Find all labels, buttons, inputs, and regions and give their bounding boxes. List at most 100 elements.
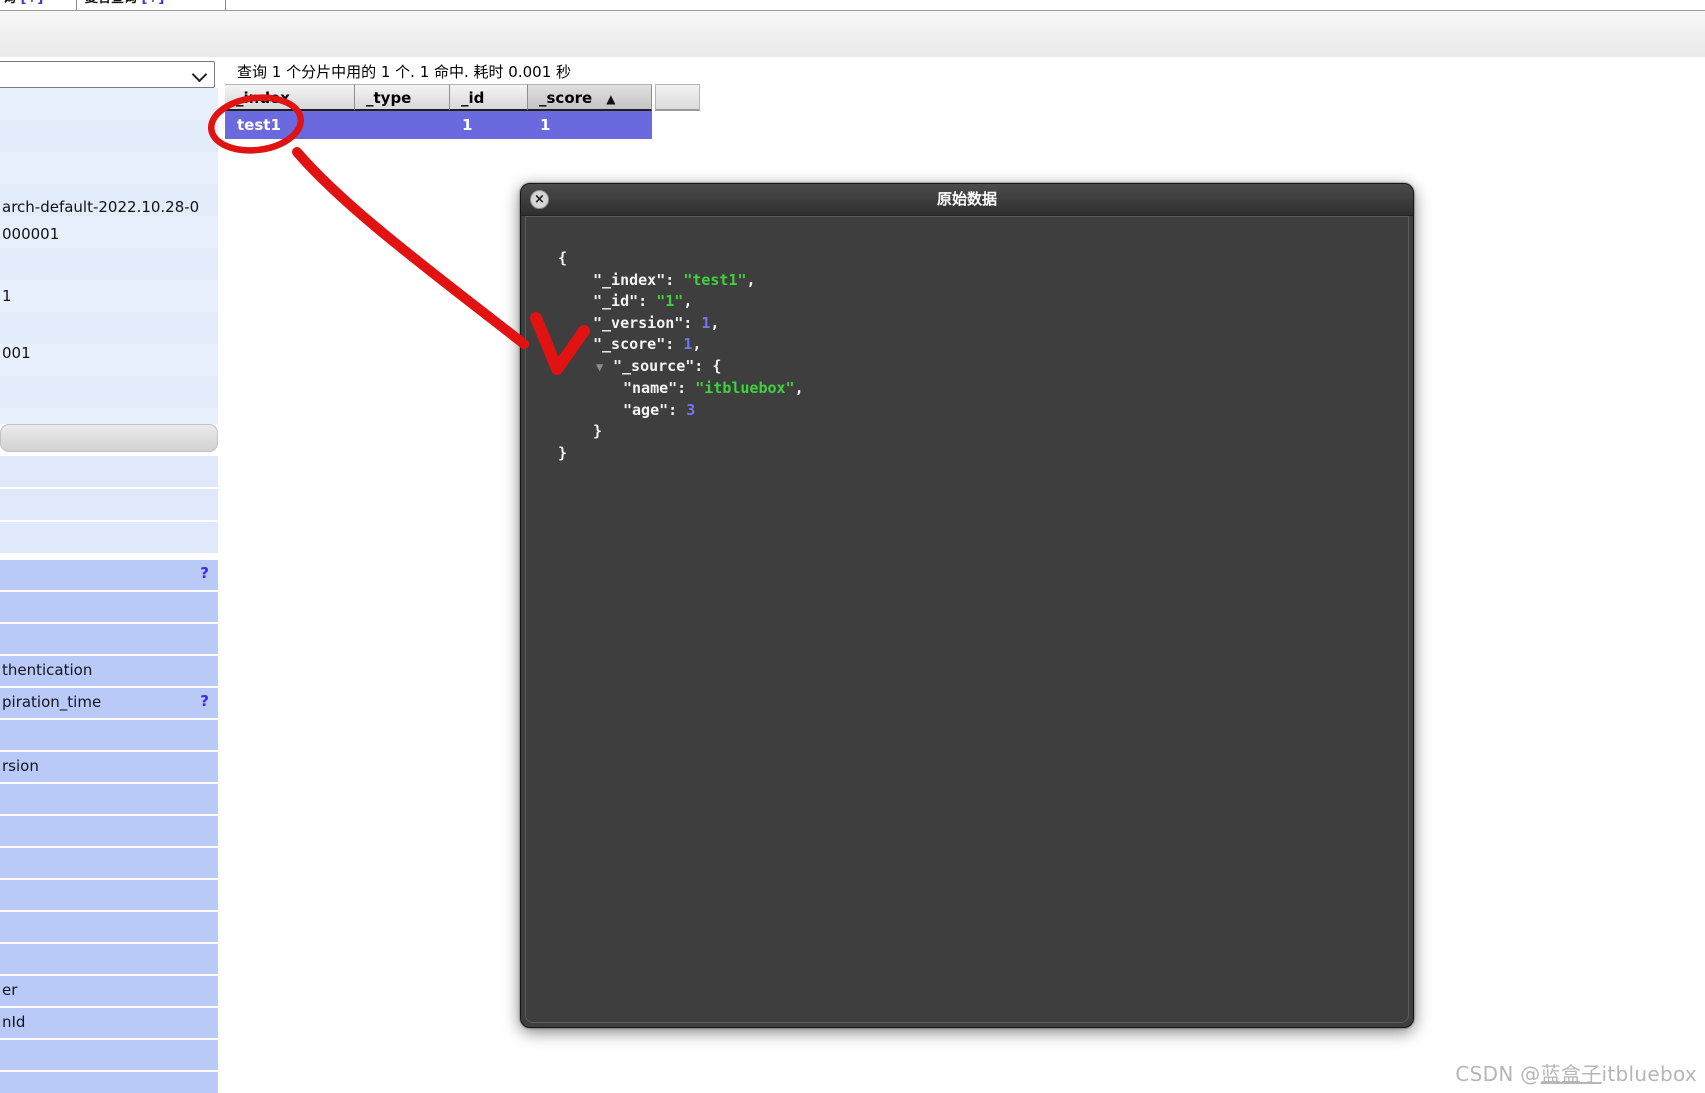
sidebar-field-row[interactable]	[0, 816, 218, 846]
json-token: 3	[686, 400, 696, 419]
modal-title: 原始数据	[936, 190, 997, 208]
json-token: "name":	[623, 379, 696, 397]
index-list-item[interactable]: 1	[2, 287, 220, 306]
json-token: "_index":	[593, 270, 684, 289]
json-viewer: {"_index": "test1", "_id": "1", "_version"…	[558, 248, 804, 464]
sidebar-field-row[interactable]	[0, 1072, 218, 1093]
sidebar-field-row[interactable]	[0, 1040, 218, 1070]
json-line: "_id": "1",	[558, 291, 804, 313]
watermark-username: 蓝盒子	[1540, 1062, 1602, 1086]
index-select[interactable]	[0, 61, 215, 88]
field-row-label: thentication	[2, 661, 93, 679]
json-token: }	[558, 443, 568, 462]
json-token: "_source": {	[613, 356, 722, 375]
json-token: "_version":	[593, 313, 702, 332]
sidebar-field-row[interactable]	[0, 720, 218, 750]
page: 询 [+] 复合查询 [+] arch-default-2022.10.28-0…	[0, 0, 1705, 1093]
section-header-row[interactable]	[0, 424, 218, 452]
tab-basic-query-label: 询	[3, 0, 16, 6]
column-header-score[interactable]: _score ▲	[528, 84, 652, 111]
json-token: "1"	[656, 292, 684, 310]
field-row-label: rsion	[2, 757, 39, 775]
column-header-type[interactable]: _type	[355, 84, 450, 111]
json-token: "age":	[623, 400, 687, 419]
json-token: ,	[710, 313, 720, 332]
index-list-item[interactable]: 001	[2, 344, 220, 363]
tab-compound-query-label: 复合查询	[85, 0, 137, 6]
sidebar-field-row[interactable]	[0, 592, 218, 622]
tab-compound-query[interactable]: 复合查询 [+]	[76, 0, 226, 10]
watermark-prefix: CSDN @	[1455, 1062, 1541, 1086]
sidebar-field-row[interactable]	[0, 784, 218, 814]
json-line: "_score": 1,	[558, 334, 804, 356]
toolbar-band	[0, 11, 1705, 57]
json-token: ,	[683, 292, 693, 310]
query-builder-row[interactable]	[0, 522, 218, 553]
json-token: }	[593, 422, 603, 440]
result-table-header: _index _type _id _score ▲	[225, 84, 700, 111]
cell-score[interactable]: 1	[528, 111, 652, 139]
sidebar-field-row[interactable]: ?	[0, 560, 218, 590]
sidebar-field-row[interactable]: piration_time?	[0, 688, 218, 718]
query-builder-row[interactable]	[0, 456, 218, 487]
tab-basic-query-badge: [+]	[21, 0, 44, 6]
field-row-label: nId	[2, 1013, 26, 1031]
json-line: ▼ "_source": {	[558, 356, 804, 379]
json-line: "_version": 1,	[558, 313, 804, 335]
field-row-label: piration_time	[2, 693, 102, 711]
json-token: "itbluebox"	[695, 379, 795, 397]
result-table-row[interactable]: test1 1 1	[225, 111, 652, 139]
json-line: {	[558, 248, 804, 270]
json-token: 1	[683, 335, 693, 353]
sidebar-field-row[interactable]	[0, 880, 218, 910]
sidebar-field-row[interactable]	[0, 624, 218, 654]
modal-content: {"_index": "test1", "_id": "1", "_version"…	[525, 216, 1409, 1023]
sidebar-field-row[interactable]: thentication	[0, 656, 218, 686]
tab-compound-query-badge: [+]	[142, 0, 165, 6]
index-list-item[interactable]: arch-default-2022.10.28-0	[2, 198, 220, 217]
query-builder-row[interactable]	[0, 489, 218, 520]
json-line: }	[558, 443, 804, 465]
json-line: "name": "itbluebox",	[558, 378, 804, 400]
json-token: ,	[746, 270, 756, 289]
json-token: "_id":	[593, 292, 657, 310]
modal-title-bar[interactable]: × 原始数据	[521, 184, 1413, 216]
json-line: }	[558, 421, 804, 443]
json-line: "age": 3	[558, 400, 804, 422]
red-arrow-shaft-annotation	[292, 147, 529, 349]
index-list: arch-default-2022.10.28-0 000001 1 001	[0, 88, 218, 424]
column-header-extra[interactable]	[655, 84, 700, 111]
query-result-summary: 查询 1 个分片中用的 1 个. 1 命中. 耗时 0.001 秒	[237, 63, 572, 81]
json-token: ,	[794, 379, 804, 397]
sidebar: arch-default-2022.10.28-0 000001 1 001 ?…	[0, 57, 224, 1093]
column-header-id[interactable]: _id	[450, 84, 528, 111]
json-line: "_index": "test1",	[558, 270, 804, 292]
tab-basic-query[interactable]: 询 [+]	[0, 0, 78, 10]
close-icon[interactable]: ×	[530, 190, 549, 209]
cell-id[interactable]: 1	[450, 111, 528, 139]
field-row-label: er	[2, 981, 18, 999]
watermark-suffix: itbluebox	[1601, 1062, 1697, 1086]
help-icon[interactable]: ?	[200, 692, 209, 710]
sidebar-field-row[interactable]	[0, 848, 218, 878]
raw-data-modal: × 原始数据 {"_index": "test1", "_id": "1", "_v…	[520, 183, 1414, 1028]
json-token: ,	[692, 335, 702, 353]
sidebar-field-row[interactable]	[0, 944, 218, 974]
sort-asc-icon: ▲	[606, 92, 616, 106]
column-header-index[interactable]: _index	[225, 84, 355, 111]
cell-type[interactable]	[355, 111, 450, 139]
cell-index[interactable]: test1	[225, 111, 355, 139]
column-header-score-label: _score	[539, 89, 593, 107]
watermark: CSDN @蓝盒子itbluebox	[1455, 1058, 1697, 1087]
json-token: "_score":	[593, 335, 684, 353]
tab-bar: 询 [+] 复合查询 [+]	[0, 0, 1705, 11]
collapse-triangle-icon[interactable]: ▼	[596, 357, 613, 379]
help-icon[interactable]: ?	[200, 564, 209, 582]
json-token: {	[558, 249, 568, 267]
sidebar-field-row[interactable]: nId	[0, 1008, 218, 1038]
sidebar-field-row[interactable]	[0, 912, 218, 942]
json-token: "test1"	[683, 270, 747, 289]
index-list-item[interactable]: 000001	[2, 225, 220, 244]
sidebar-field-row[interactable]: er	[0, 976, 218, 1006]
sidebar-field-row[interactable]: rsion	[0, 752, 218, 782]
